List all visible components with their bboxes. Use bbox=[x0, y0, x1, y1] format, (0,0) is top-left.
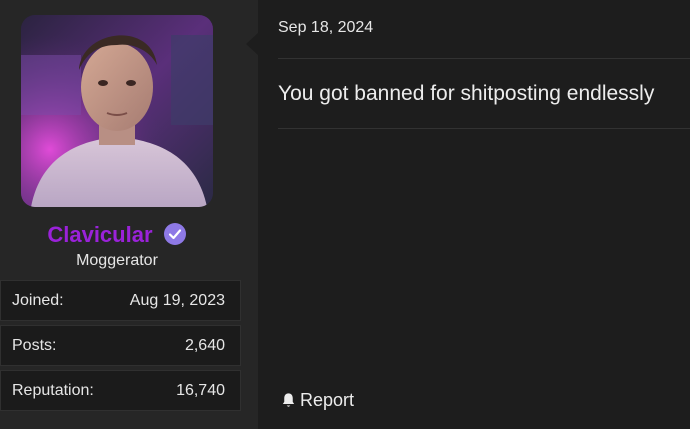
avatar-photo bbox=[21, 15, 213, 207]
stat-posts: Posts: 2,640 bbox=[0, 325, 241, 366]
report-button[interactable]: Report bbox=[280, 390, 354, 411]
stat-reputation: Reputation: 16,740 bbox=[0, 370, 241, 411]
bell-icon bbox=[282, 393, 295, 407]
message-column: Sep 18, 2024 You got banned for shitpost… bbox=[258, 0, 690, 429]
divider bbox=[278, 128, 690, 129]
stat-label: Joined: bbox=[12, 292, 64, 309]
stat-joined: Joined: Aug 19, 2023 bbox=[0, 280, 241, 321]
stat-value: 16,740 bbox=[176, 382, 225, 399]
user-sidebar: Clavicular Moggerator Joined: Aug 19, 20… bbox=[0, 0, 258, 429]
post-date[interactable]: Sep 18, 2024 bbox=[278, 19, 373, 37]
message-body: You got banned for shitposting endlessly bbox=[278, 82, 655, 105]
username-link[interactable]: Clavicular bbox=[47, 222, 152, 247]
stat-value[interactable]: 2,640 bbox=[185, 337, 225, 355]
user-title: Moggerator bbox=[76, 252, 158, 269]
forum-post: Clavicular Moggerator Joined: Aug 19, 20… bbox=[0, 0, 690, 429]
report-label: Report bbox=[300, 390, 355, 410]
divider bbox=[278, 58, 690, 59]
verified-badge-icon bbox=[163, 222, 186, 245]
username-row: Clavicular bbox=[0, 220, 234, 249]
stat-label: Reputation: bbox=[12, 382, 94, 399]
user-avatar[interactable] bbox=[21, 15, 213, 207]
stat-value: Aug 19, 2023 bbox=[129, 292, 225, 309]
stat-label: Posts: bbox=[12, 337, 57, 354]
user-stats: Joined: Aug 19, 2023 Posts: 2,640 Reputa… bbox=[0, 280, 241, 415]
